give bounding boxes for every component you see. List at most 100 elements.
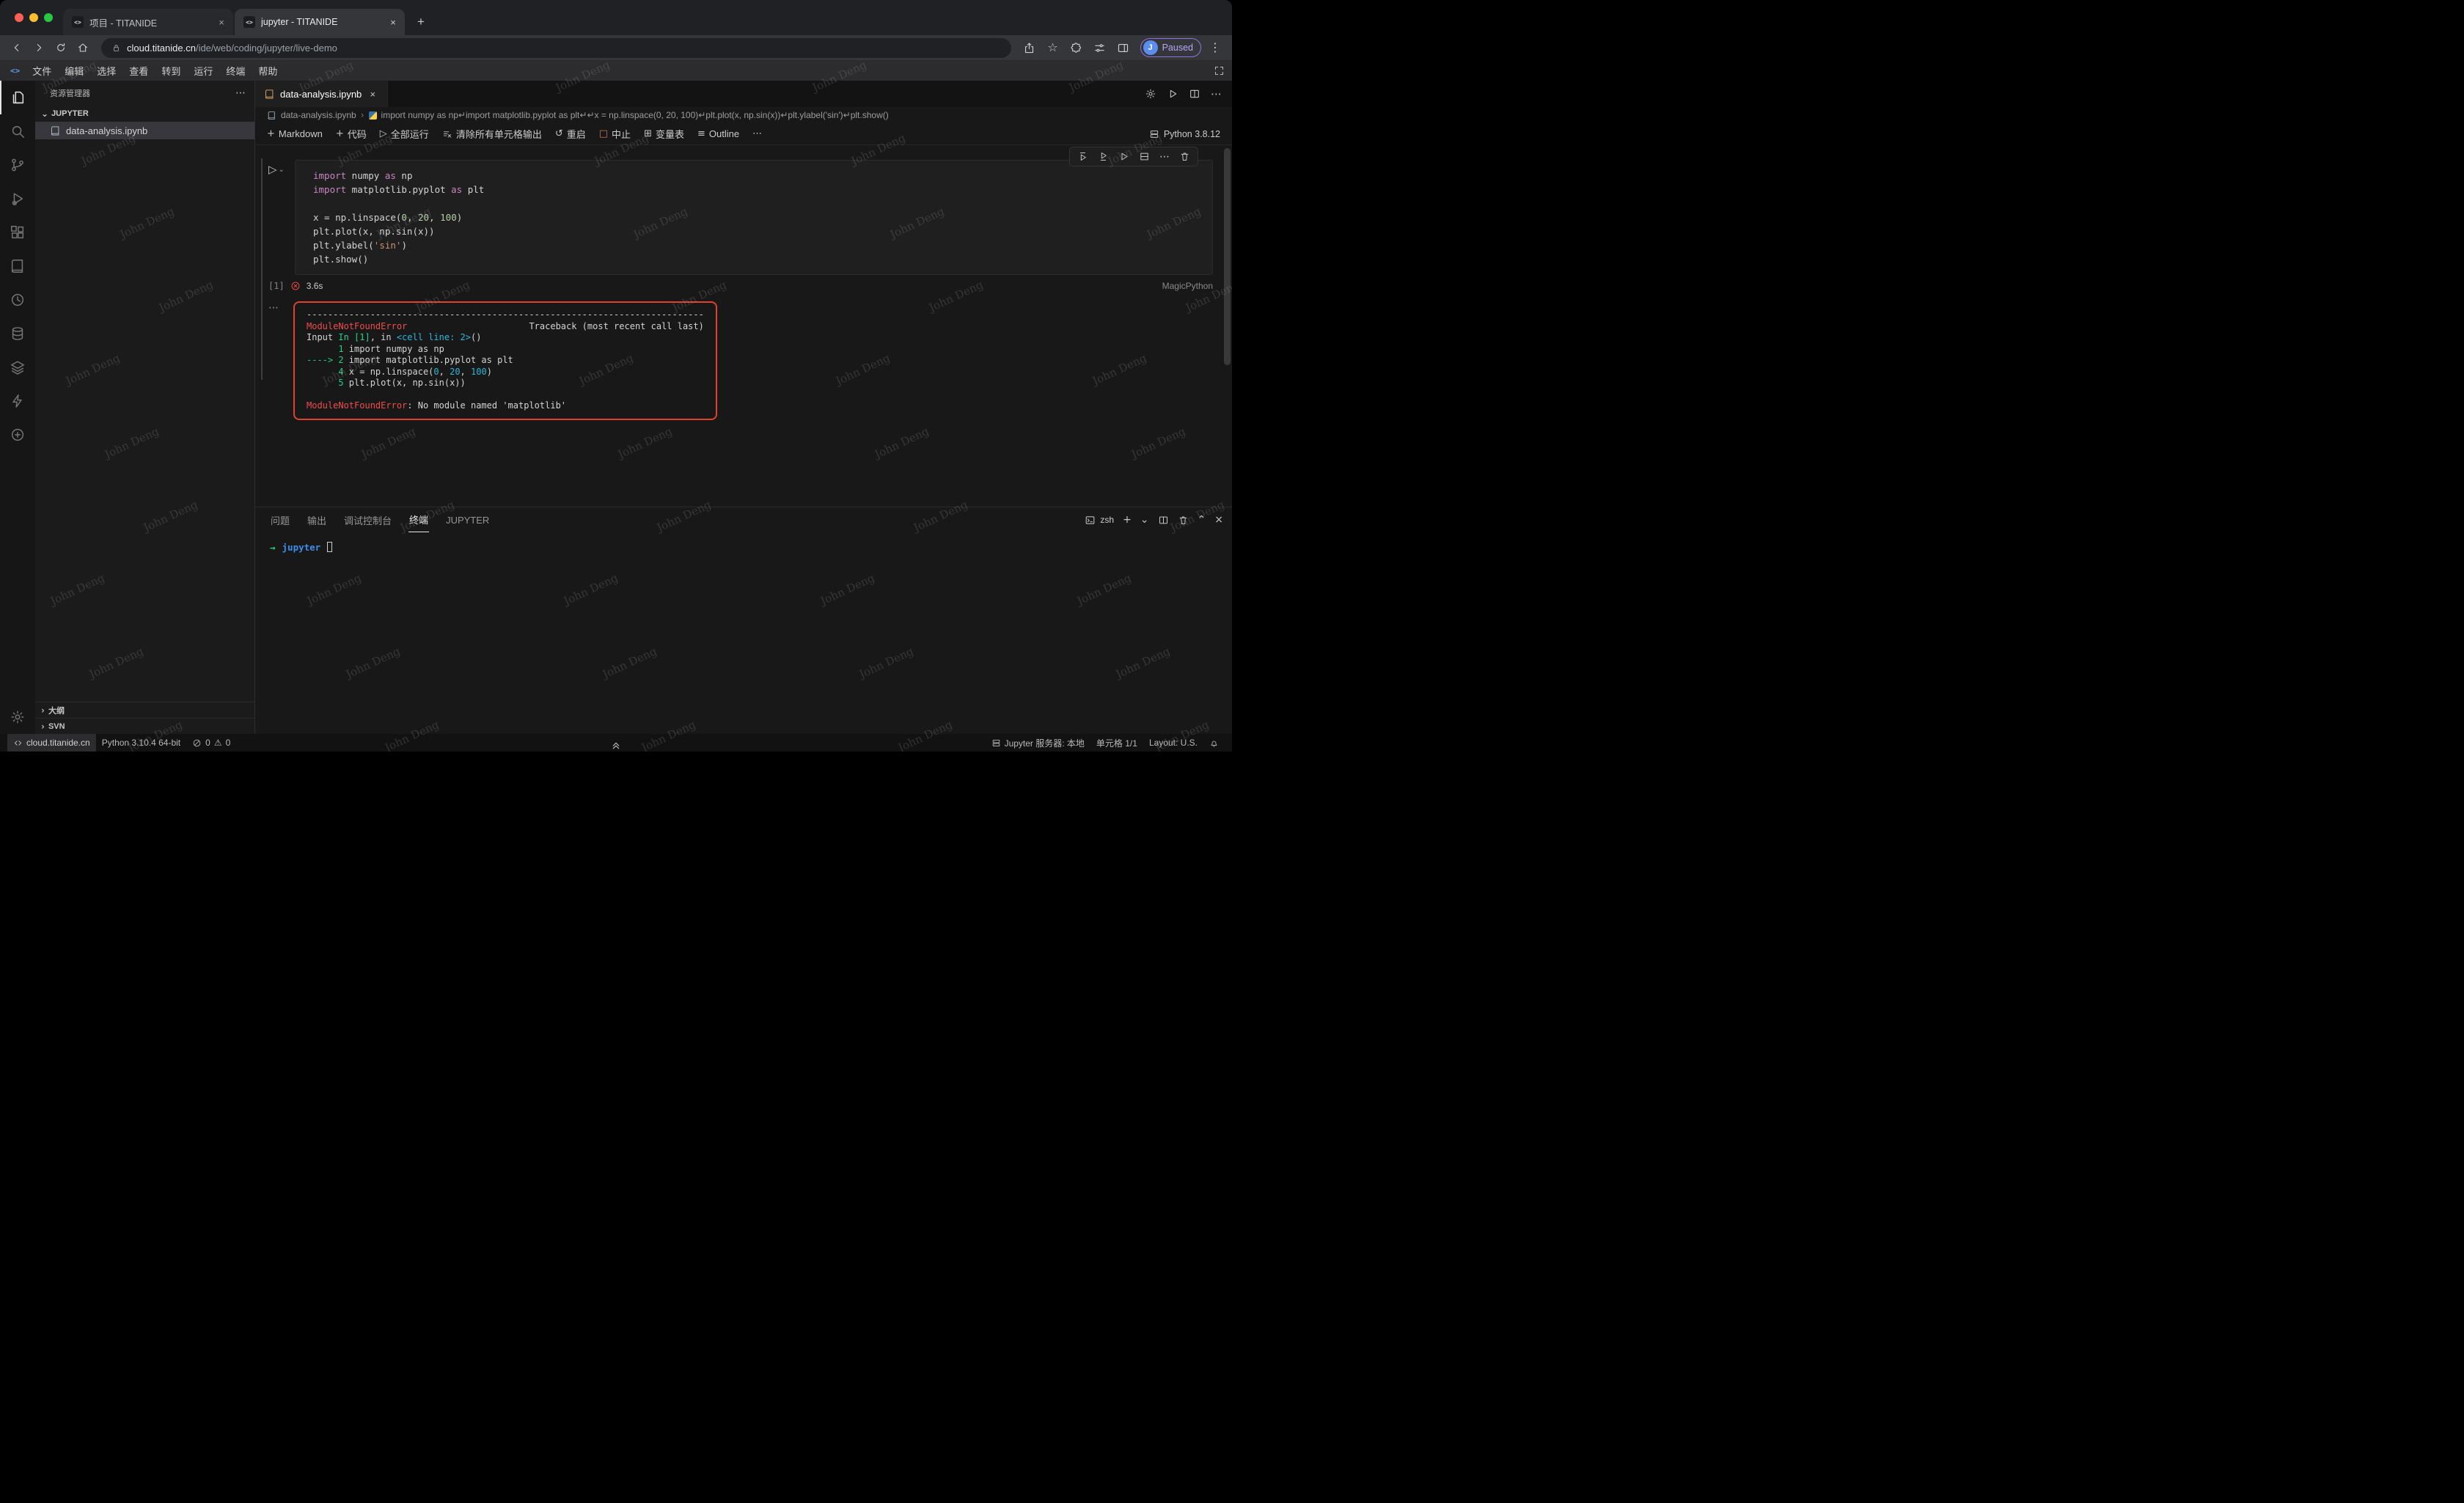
keyboard-layout-status[interactable]: Layout: U.S. [1143,734,1203,752]
close-window-button[interactable] [15,13,23,22]
add-code-button[interactable]: +代码 [336,127,367,141]
services-icon[interactable] [0,418,35,452]
terminal-dropdown-icon[interactable]: ⌄ [1140,515,1149,525]
extensions-puzzle-icon[interactable] [1067,38,1086,57]
split-terminal-icon[interactable] [1158,515,1169,526]
run-all-button[interactable]: ▷全部运行 [380,127,429,141]
settings-gear-icon[interactable] [0,700,35,734]
side-panel-icon[interactable] [1114,38,1133,57]
kill-terminal-icon[interactable] [1178,515,1189,526]
cell-more-icon[interactable]: ⋯ [1159,152,1170,162]
variables-button[interactable]: ⊞变量表 [644,127,684,141]
file-item-notebook[interactable]: data-analysis.ipynb [35,122,254,139]
interrupt-button[interactable]: □中止 [599,127,631,141]
panel-tab-problems[interactable]: 问题 [270,508,290,532]
close-editor-icon[interactable]: × [367,88,378,100]
maximize-panel-icon[interactable]: ⌃ [1198,515,1206,525]
sidebar-section-outline[interactable]: › 大纲 [35,702,254,718]
cell-source-code[interactable]: import numpy as npimport matplotlib.pypl… [313,169,1205,266]
editor-tab-notebook[interactable]: data-analysis.ipynb × [255,81,388,107]
menu-edit[interactable]: 编辑 [58,62,90,80]
menu-selection[interactable]: 选择 [90,62,122,80]
run-dropdown-icon[interactable]: ⌄ [279,166,285,174]
split-editor-icon[interactable] [1189,88,1200,100]
panel-tab-jupyter[interactable]: JUPYTER [445,510,490,531]
breadcrumb-cell-code[interactable]: import numpy as np↵import matplotlib.pyp… [381,110,889,120]
toolbar-more-icon[interactable]: ⋯ [752,129,762,139]
kernel-picker[interactable]: Python 3.8.12 [1149,129,1220,139]
add-markdown-button[interactable]: +Markdown [267,128,323,139]
zoom-window-button[interactable] [44,13,53,22]
source-control-icon[interactable] [0,148,35,182]
sidebar-section-jupyter[interactable]: ⌄ JUPYTER [35,106,254,122]
new-terminal-icon[interactable]: + [1123,515,1132,525]
minimize-window-button[interactable] [29,13,38,22]
shell-picker[interactable]: zsh [1085,515,1114,526]
browser-menu-kebab-icon[interactable]: ⋮ [1206,38,1225,57]
clear-outputs-button[interactable]: 清除所有单元格输出 [442,127,542,141]
delete-cell-icon[interactable] [1179,151,1190,162]
panel-tab-debug-console[interactable]: 调试控制台 [343,508,392,532]
address-bar[interactable]: cloud.titanide.cn/ide/web/coding/jupyter… [101,38,1011,58]
execute-cell-icon[interactable] [1118,151,1129,162]
cell-indicator-status[interactable]: 单元格 1/1 [1090,734,1143,752]
menu-run[interactable]: 运行 [187,62,219,80]
browser-tab-project[interactable]: <> 项目 - TITANIDE × [63,9,233,35]
output-more-icon[interactable]: ⋯ [268,301,293,313]
breadcrumb-file[interactable]: data-analysis.ipynb [281,110,356,120]
menu-help[interactable]: 帮助 [252,62,284,80]
breadcrumb[interactable]: data-analysis.ipynb › import numpy as np… [255,107,1232,123]
editor-scrollbar[interactable] [1224,148,1231,365]
sidebar-section-svn[interactable]: › SVN [35,718,254,734]
editor-more-icon[interactable]: ⋯ [1211,89,1222,100]
execute-below-icon[interactable] [1098,151,1109,162]
code-cell[interactable]: import numpy as npimport matplotlib.pypl… [295,160,1213,275]
share-icon[interactable] [1020,38,1039,57]
sidebar-more-icon[interactable]: ⋯ [235,88,246,98]
database-icon[interactable] [0,317,35,350]
forward-icon[interactable] [29,38,48,57]
sessions-clock-icon[interactable] [0,283,35,317]
run-all-icon[interactable] [1167,88,1178,100]
run-cell-icon[interactable]: ▷ [268,164,277,175]
restart-kernel-button[interactable]: ↺重启 [555,127,586,141]
panel-tab-output[interactable]: 输出 [307,508,327,532]
extensions-icon[interactable] [0,216,35,249]
zap-icon[interactable] [0,384,35,418]
close-tab-icon[interactable]: × [216,16,227,28]
restore-panel-chevrons-icon[interactable] [611,740,622,751]
home-icon[interactable] [73,38,92,57]
menu-terminal[interactable]: 终端 [219,62,252,80]
layers-icon[interactable] [0,350,35,384]
reload-icon[interactable] [51,38,70,57]
split-cell-icon[interactable] [1139,151,1150,162]
problems-status[interactable]: 0 ⚠ 0 [186,734,236,752]
jupyter-server-status[interactable]: Jupyter 服务器: 本地 [986,734,1090,752]
python-interpreter-status[interactable]: Python 3.10.4 64-bit [96,734,186,752]
fullscreen-icon[interactable] [1214,65,1225,76]
back-icon[interactable] [7,38,26,57]
terminal-view[interactable]: →jupyter [255,532,1232,734]
browser-tab-jupyter[interactable]: <> jupyter - TITANIDE × [235,9,405,35]
tune-icon[interactable] [1090,38,1110,57]
close-tab-icon[interactable]: × [387,16,399,28]
bookmark-star-icon[interactable]: ☆ [1044,38,1063,57]
menu-file[interactable]: 文件 [26,62,58,80]
status-bar: cloud.titanide.cn Python 3.10.4 64-bit 0… [0,734,1232,752]
search-icon[interactable] [0,114,35,148]
notebook-icon[interactable] [0,249,35,283]
remote-indicator[interactable]: cloud.titanide.cn [7,734,96,752]
notifications-bell-icon[interactable] [1203,734,1225,752]
panel-tab-terminal[interactable]: 终端 [408,507,429,532]
profile-paused-badge[interactable]: J Paused [1140,38,1201,57]
menu-view[interactable]: 查看 [122,62,155,80]
notebook-settings-gear-icon[interactable] [1145,88,1156,100]
execute-above-icon[interactable] [1077,151,1088,162]
explorer-icon[interactable] [0,81,35,114]
bottom-panel: 问题 输出 调试控制台 终端 JUPYTER zsh + ⌄ ⌃ × [255,507,1232,734]
run-debug-icon[interactable] [0,182,35,216]
new-tab-button[interactable]: + [411,12,431,32]
outline-button[interactable]: ≡Outline [697,128,739,139]
menu-go[interactable]: 转到 [155,62,187,80]
close-panel-icon[interactable]: × [1214,515,1223,525]
